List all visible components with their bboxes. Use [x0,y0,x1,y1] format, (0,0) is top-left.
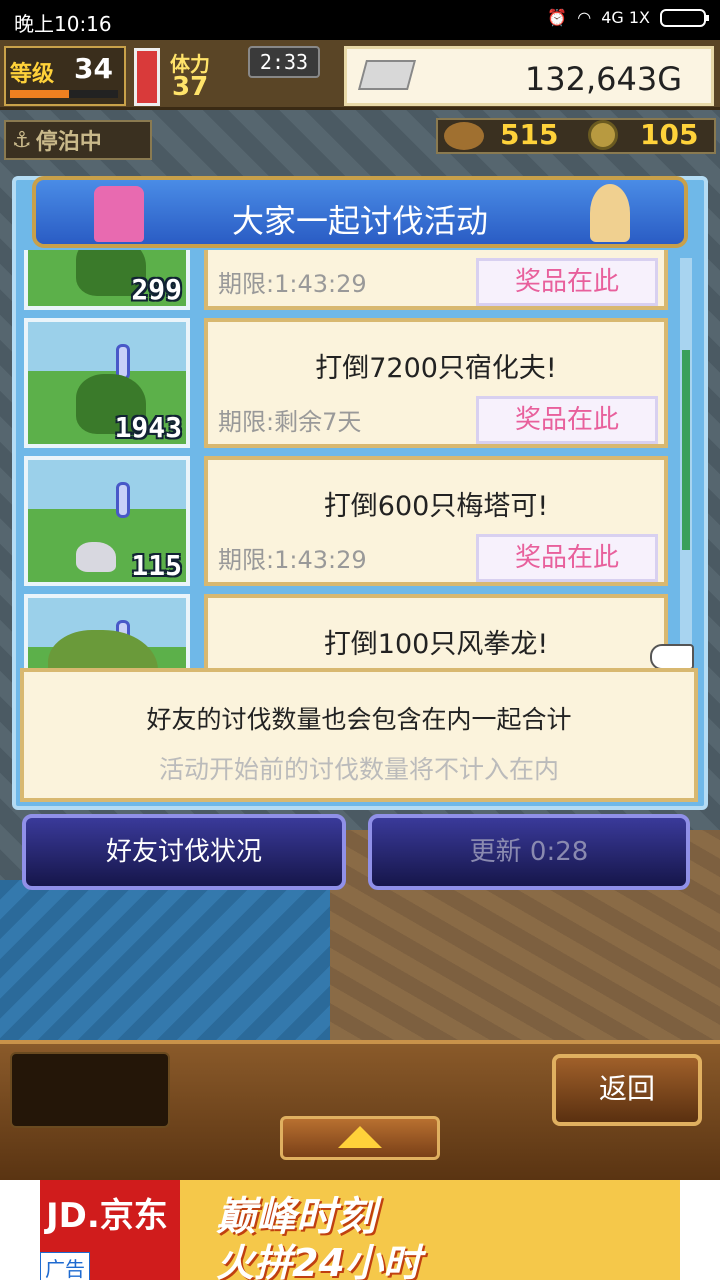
event-list[interactable]: 299 期限:1:43:29 奖品在此 1943 打倒7200只宿化夫! 期限:… [20,250,670,670]
event-deadline: 期限:剩余7天 [218,408,362,436]
event-kill-count: 1943 [114,411,182,444]
network-label: 4G 1X [601,8,650,27]
battery-icon [660,8,709,27]
resource-value-2: 105 [640,118,699,151]
event-kill-count: 115 [131,549,182,582]
stamina-gauge [134,48,160,106]
pointing-hand-icon [650,644,694,670]
anchor-icon: ⚓ [12,127,32,153]
dialog-title: 大家一起讨伐活动 [231,202,488,240]
ad-slogan-2: 火拼24小时 [216,1241,421,1280]
stamina-timer: 2:33 [248,46,320,78]
medal-icon [588,120,618,150]
resource-value-1: 515 [500,118,559,151]
event-kill-count: 299 [131,273,182,306]
level-value: 34 [74,52,113,85]
event-thumbnail: 115 [24,456,190,586]
anchor-status-label: 停泊中 [35,130,102,155]
ad-label[interactable]: 广告 [40,1252,90,1280]
event-title: 打倒600只梅塔可! [323,491,549,522]
event-deadline: 期限:1:43:29 [218,546,367,574]
friend-status-button[interactable]: 好友讨伐状况 [22,814,346,890]
water-area [0,880,340,1040]
level-progress-fill [10,90,69,98]
event-card: 打倒600只梅塔可! 期限:1:43:29 奖品在此 [204,456,668,586]
monster-sprite [76,542,116,572]
gold-bar-icon [357,60,417,90]
status-icons: ⏰ ◠ 4G 1X [547,8,709,27]
scrollbar-thumb[interactable] [682,350,690,550]
bottom-empty-slot [10,1052,170,1128]
dragon-sprite [48,630,158,670]
reward-button[interactable]: 奖品在此 [476,534,658,582]
event-card: 期限:1:43:29 奖品在此 [204,250,668,310]
gold-value: 132,643G [524,60,682,98]
back-button[interactable]: 返回 [552,1054,702,1126]
trophy-icon [444,122,484,150]
ad-logo: JD.京东 [46,1196,168,1236]
event-title: 打倒7200只宿化夫! [315,353,557,384]
info-note-line-2: 活动开始前的讨伐数量将不计入在内 [158,755,559,784]
alarm-icon: ⏰ [547,8,568,27]
refresh-button[interactable]: 更新 0:28 [368,814,690,890]
status-time: 晚上10:16 [14,12,112,36]
stamina-value: 37 [172,72,209,102]
status-bar: 晚上10:16 ⏰ ◠ 4G 1X [0,0,720,40]
info-note-line-1: 好友的讨伐数量也会包含在内一起合计 [146,705,572,734]
up-arrow-icon [338,1126,382,1148]
anchor-status-button[interactable]: ⚓ 停泊中 [4,120,152,160]
level-label: 等级 [10,62,55,87]
event-thumbnail [24,594,190,670]
event-title: 打倒100只风拳龙! [323,629,549,660]
reward-button[interactable]: 奖品在此 [476,396,658,444]
wifi-icon: ◠ [577,8,592,27]
event-deadline: 期限:1:43:29 [218,270,367,298]
event-thumbnail: 1943 [24,318,190,448]
event-card: 打倒100只风拳龙! [204,594,668,670]
exclamation-icon [116,482,130,518]
event-card: 打倒7200只宿化夫! 期限:剩余7天 奖品在此 [204,318,668,448]
reward-button[interactable]: 奖品在此 [476,258,658,306]
event-thumbnail: 299 [24,250,190,310]
